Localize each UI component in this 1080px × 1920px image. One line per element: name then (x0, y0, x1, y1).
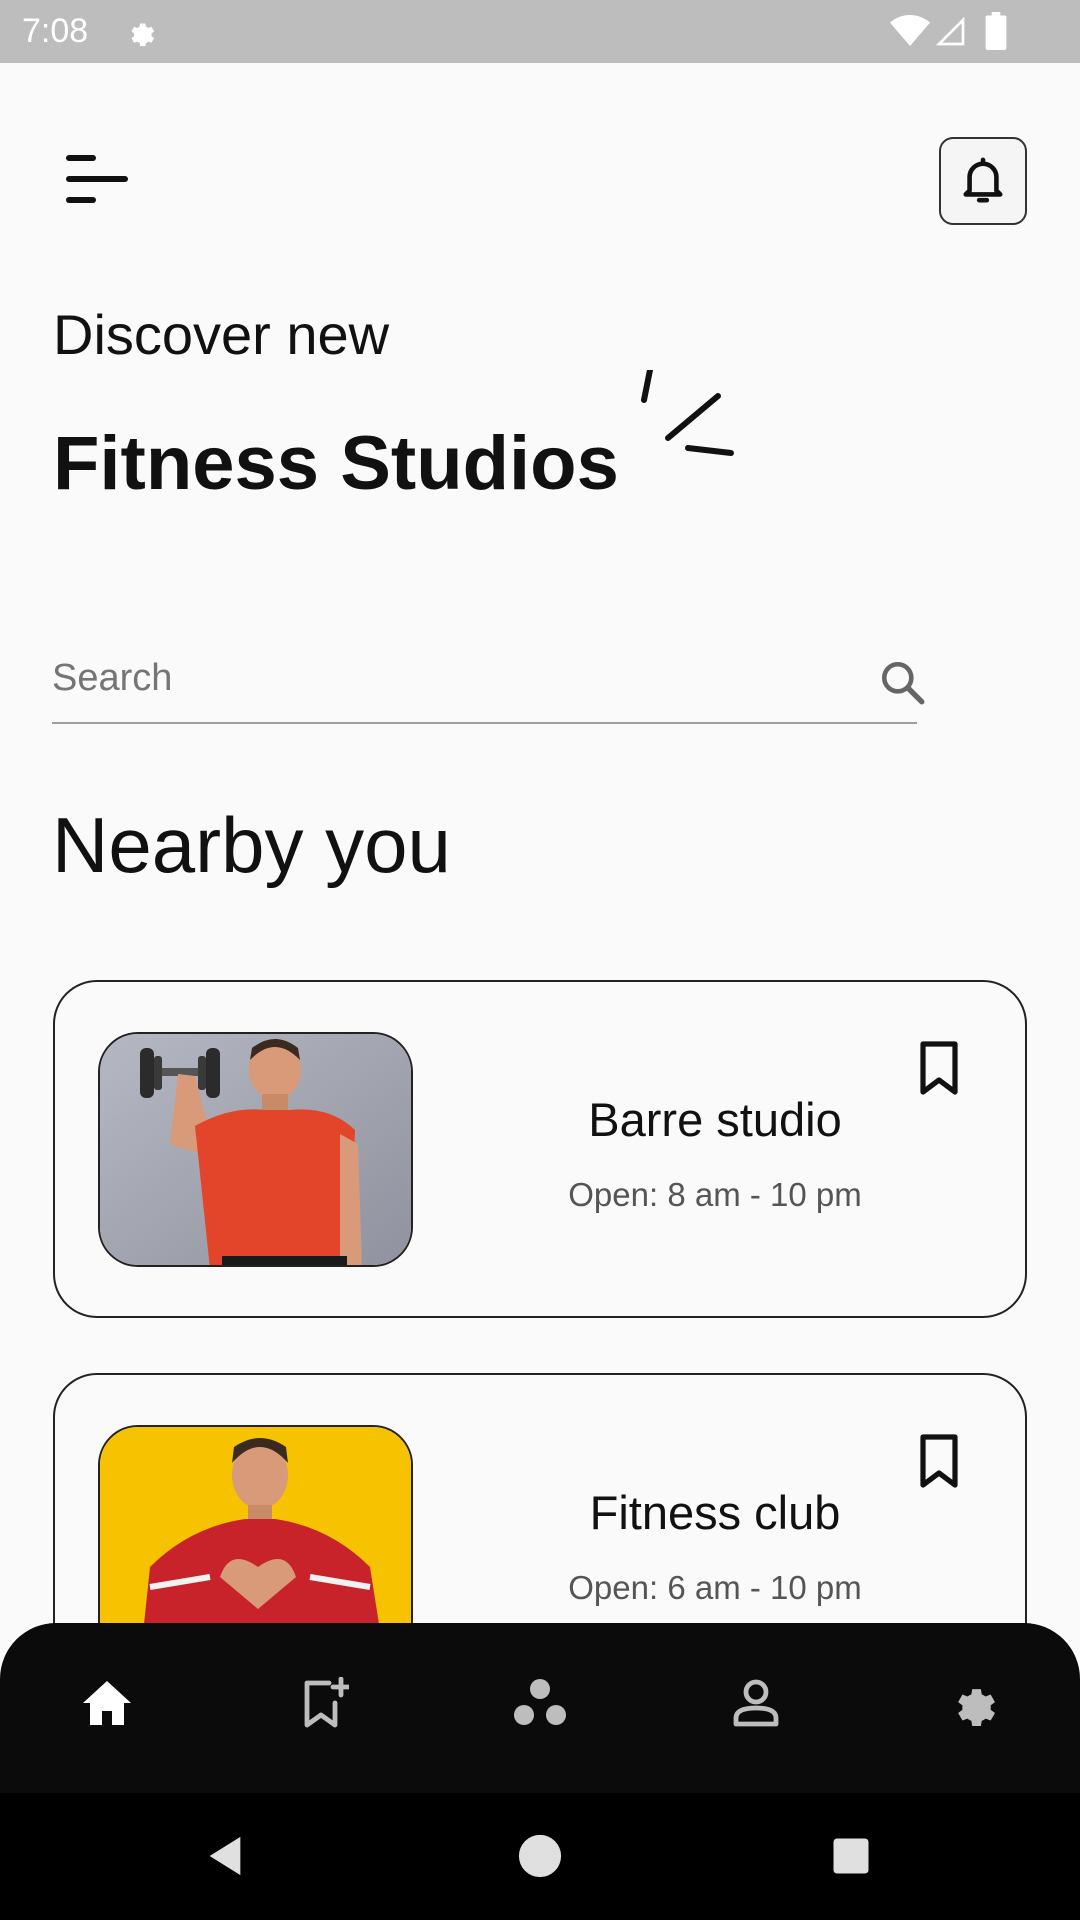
system-back-button[interactable] (192, 1823, 258, 1889)
search-bar (52, 640, 925, 724)
bottom-navigation (0, 1623, 1080, 1793)
app-screen: 7:08 Discover new Fitness Studios Search… (0, 0, 1080, 1920)
battery-icon (985, 12, 1007, 50)
system-home-button[interactable] (507, 1823, 573, 1889)
bookmark-icon (920, 1041, 958, 1095)
settings-icon (958, 1689, 995, 1726)
menu-button[interactable] (60, 150, 132, 210)
bookmark-add-icon (304, 1677, 349, 1728)
headline-light: Discover new (53, 303, 390, 366)
person-icon (733, 1679, 779, 1727)
studio-name: Barre studio (588, 1093, 842, 1146)
nav-home[interactable] (67, 1663, 147, 1743)
signal-icon (935, 16, 965, 46)
nav-bookmarks[interactable] (285, 1663, 365, 1743)
bookmark-button[interactable] (915, 1433, 963, 1489)
nav-profile[interactable] (716, 1663, 796, 1743)
search-icon[interactable] (878, 658, 928, 708)
back-icon (209, 1836, 241, 1876)
search-input[interactable] (52, 648, 812, 708)
studio-photo (98, 1032, 413, 1267)
status-bar: 7:08 (0, 0, 1080, 63)
bookmark-icon (920, 1434, 958, 1488)
studio-card[interactable]: Barre studio Open: 8 am - 10 pm (53, 980, 1027, 1318)
status-time: 7:08 (22, 12, 89, 50)
nav-settings[interactable] (932, 1663, 1012, 1743)
menu-icon (66, 155, 128, 203)
headline-bold: Fitness Studios (53, 421, 619, 506)
system-recents-button[interactable] (818, 1823, 884, 1889)
bookmark-button[interactable] (915, 1040, 963, 1096)
nav-community[interactable] (500, 1663, 580, 1743)
studio-name: Fitness club (589, 1486, 841, 1539)
recents-icon (833, 1838, 869, 1874)
sparkle-decoration (641, 370, 734, 456)
notification-button[interactable] (939, 137, 1027, 225)
studio-hours: Open: 6 am - 10 pm (568, 1569, 862, 1606)
system-navigation-bar (0, 1793, 1080, 1920)
wifi-icon (890, 15, 930, 46)
home-circle-icon (518, 1834, 562, 1878)
section-title: Nearby you (52, 801, 451, 889)
bell-icon (963, 157, 1003, 203)
home-icon (83, 1681, 131, 1725)
studio-photo-image (100, 1034, 411, 1265)
group-dots-icon (514, 1679, 566, 1725)
studio-hours: Open: 8 am - 10 pm (568, 1176, 862, 1213)
gear-icon (131, 23, 155, 47)
